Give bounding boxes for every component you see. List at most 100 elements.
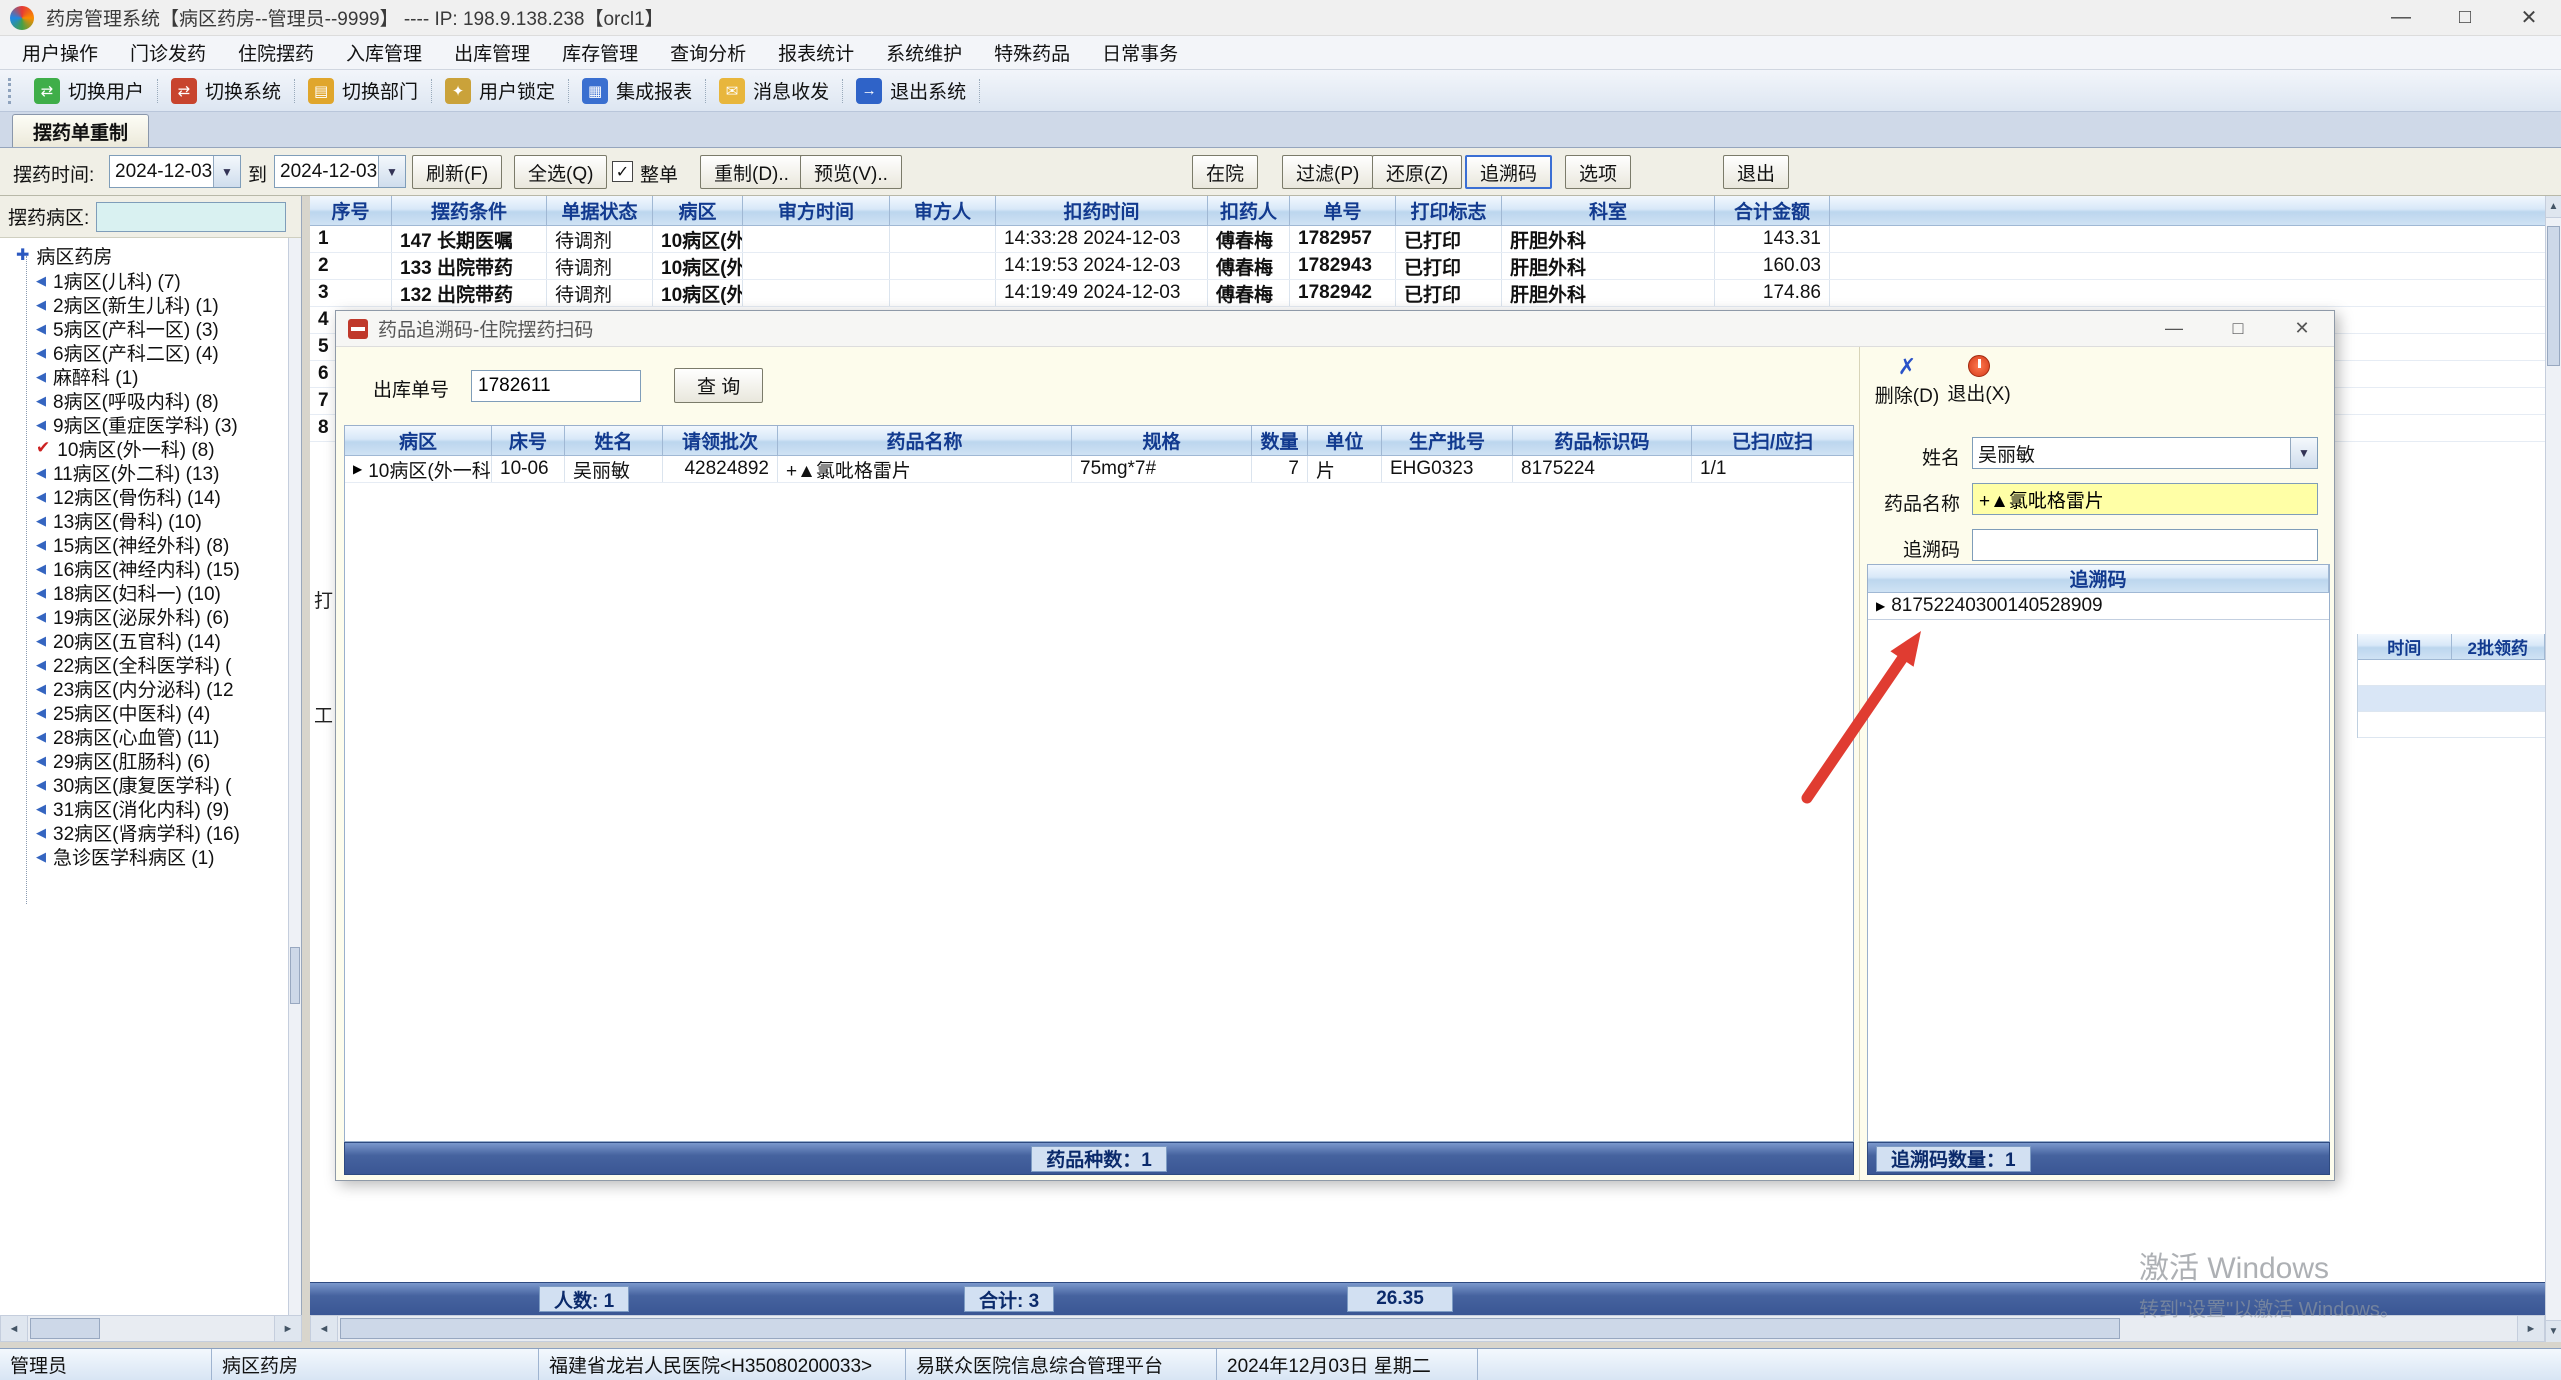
trace-code-button[interactable]: 追溯码 [1465,155,1552,189]
tree-item[interactable]: 19病区(泌尿外科) (6) [0,604,288,628]
scrollbar-thumb[interactable] [2547,226,2560,366]
toolbar-grip[interactable] [8,78,16,104]
toolbar-button[interactable]: ✦ 用户锁定 [435,73,565,108]
table-row[interactable]: 2 133 出院带药 待调剂 10病区(外一科) 14:19:53 2024-1… [310,253,2545,280]
toolbar-button[interactable]: → 退出系统 [846,73,976,108]
table-row[interactable]: 1 147 长期医嘱 待调剂 10病区(外一科) 14:33:28 2024-1… [310,226,2545,253]
scroll-up-icon[interactable]: ▲ [2546,196,2561,218]
scroll-right-icon[interactable]: ► [274,1316,301,1341]
scrollbar-thumb[interactable] [30,1318,100,1339]
toolbar-button[interactable]: ✉ 消息收发 [709,73,839,108]
exit-button[interactable]: 退出 [1723,155,1789,189]
tree-item[interactable]: 20病区(五官科) (14) [0,628,288,652]
ward-search-input[interactable] [96,202,286,232]
menu-item[interactable]: 住院摆药 [222,36,330,69]
toolbar-button[interactable]: ▦ 集成报表 [572,73,702,108]
main-horizontal-scrollbar[interactable]: ◄ ► [310,1315,2545,1342]
remake-button[interactable]: 重制(D).. [700,155,803,189]
whole-order-checkbox[interactable] [612,161,633,182]
tree-item[interactable]: 30病区(康复医学科) ( [0,772,288,796]
main-vertical-scrollbar[interactable]: ▲ ▼ [2545,196,2561,1342]
date-to-picker[interactable]: 2024-12-03 ▼ [274,155,406,188]
tree-item[interactable]: 22病区(全科医学科) ( [0,652,288,676]
scroll-left-icon[interactable]: ◄ [1,1316,28,1341]
tree-item[interactable]: 13病区(骨科) (10) [0,508,288,532]
query-button[interactable]: 查 询 [674,368,763,403]
toolbar-button[interactable]: ⇄ 切换系统 [161,73,291,108]
maximize-button[interactable]: □ [2433,0,2497,36]
order-no-input[interactable] [471,370,641,402]
menu-item[interactable]: 出库管理 [438,36,546,69]
tree-item[interactable]: 16病区(神经内科) (15) [0,556,288,580]
chevron-down-icon[interactable]: ▼ [213,156,240,187]
dialog-close-button[interactable]: ✕ [2270,311,2334,347]
tree-item[interactable]: 麻醉科 (1) [0,364,288,388]
tree-item[interactable]: 28病区(心血管) (11) [0,724,288,748]
chevron-down-icon[interactable]: ▼ [2290,438,2317,468]
tree-item[interactable]: 9病区(重症医学科) (3) [0,412,288,436]
panel-exit-button[interactable]: 退出(X) [1946,355,2012,406]
delete-button[interactable]: ✗ 删除(D) [1874,355,1940,408]
in-hospital-button[interactable]: 在院 [1192,155,1258,189]
tree-item[interactable]: 32病区(肾病学科) (16) [0,820,288,844]
menu-item[interactable]: 用户操作 [6,36,114,69]
menu-item[interactable]: 库存管理 [546,36,654,69]
menu-item[interactable]: 特殊药品 [978,36,1086,69]
sidebar-horizontal-scrollbar[interactable]: ◄ ► [0,1315,302,1342]
tree-item[interactable]: 6病区(产科二区) (4) [0,340,288,364]
tree-item[interactable]: 急诊医学科病区 (1) [0,844,288,868]
refresh-button[interactable]: 刷新(F) [412,155,502,189]
chevron-down-icon[interactable]: ▼ [378,156,405,187]
menu-item[interactable]: 系统维护 [870,36,978,69]
menu-item[interactable]: 入库管理 [330,36,438,69]
menu-item[interactable]: 日常事务 [1086,36,1194,69]
scan-table-row[interactable]: 10病区(外一科) 10-06 吴丽敏 42824892 +▲氯吡格雷片 75m… [345,456,1853,483]
tree-root-node[interactable]: ✚ 病区药房 [0,242,288,268]
tree-vertical-scrollbar[interactable] [288,238,301,1315]
tree-item[interactable]: 8病区(呼吸内科) (8) [0,388,288,412]
toolbar-button[interactable]: ▤ 切换部门 [298,73,428,108]
menu-item[interactable]: 报表统计 [762,36,870,69]
scroll-right-icon[interactable]: ► [2517,1316,2544,1341]
close-button[interactable]: ✕ [2497,0,2561,36]
options-button[interactable]: 选项 [1565,155,1631,189]
restore-button[interactable]: 还原(Z) [1372,155,1462,189]
tree-scrollbar-thumb[interactable] [290,947,300,1004]
tree-item[interactable]: 11病区(外二科) (13) [0,460,288,484]
filter-button[interactable]: 过滤(P) [1282,155,1373,189]
tree-item[interactable]: 15病区(神经外科) (8) [0,532,288,556]
scroll-left-icon[interactable]: ◄ [311,1316,338,1341]
cell-print-flag: 已打印 [1396,226,1502,252]
scrollbar-thumb[interactable] [340,1318,2120,1339]
select-all-button[interactable]: 全选(Q) [514,155,607,189]
dialog-maximize-button[interactable]: □ [2206,311,2270,347]
tree-item[interactable]: 18病区(妇科一) (10) [0,580,288,604]
toolbar-button[interactable]: ⇄ 切换用户 [24,73,154,108]
tree-item[interactable]: 23病区(内分泌科) (12 [0,676,288,700]
tab-remake-sheet[interactable]: 摆药单重制 [12,114,149,147]
tree-item[interactable]: 2病区(新生儿科) (1) [0,292,288,316]
date-from-picker[interactable]: 2024-12-03 ▼ [109,155,241,188]
trace-code-row[interactable]: 81752240300140528909 [1868,593,2329,620]
tree-item[interactable]: 31病区(消化内科) (9) [0,796,288,820]
tree-item[interactable]: 5病区(产科一区) (3) [0,316,288,340]
drug-name-input[interactable] [1972,483,2318,515]
cell-drug-id: 8175224 [1513,456,1692,482]
minimize-button[interactable]: — [2369,0,2433,36]
tree-item[interactable]: 1病区(儿科) (7) [0,268,288,292]
cell-reviewer [890,253,996,279]
tree-item[interactable]: 29病区(肛肠科) (6) [0,748,288,772]
table-row[interactable]: 3 132 出院带药 待调剂 10病区(外一科) 14:19:49 2024-1… [310,280,2545,307]
scroll-down-icon[interactable]: ▼ [2546,1320,2561,1342]
menu-item[interactable]: 门诊发药 [114,36,222,69]
menu-item[interactable]: 查询分析 [654,36,762,69]
tree-item[interactable]: 10病区(外一科) (8) [0,436,288,460]
preview-button[interactable]: 预览(V).. [800,155,902,189]
tree-item[interactable]: 12病区(骨伤科) (14) [0,484,288,508]
status-segment: 病区药房 [212,1349,539,1380]
patient-name-dropdown[interactable]: 吴丽敏 ▼ [1972,437,2318,469]
dialog-minimize-button[interactable]: — [2142,311,2206,347]
tree-item[interactable]: 25病区(中医科) (4) [0,700,288,724]
tree-item-icon [36,509,46,531]
trace-code-input[interactable] [1972,529,2318,561]
